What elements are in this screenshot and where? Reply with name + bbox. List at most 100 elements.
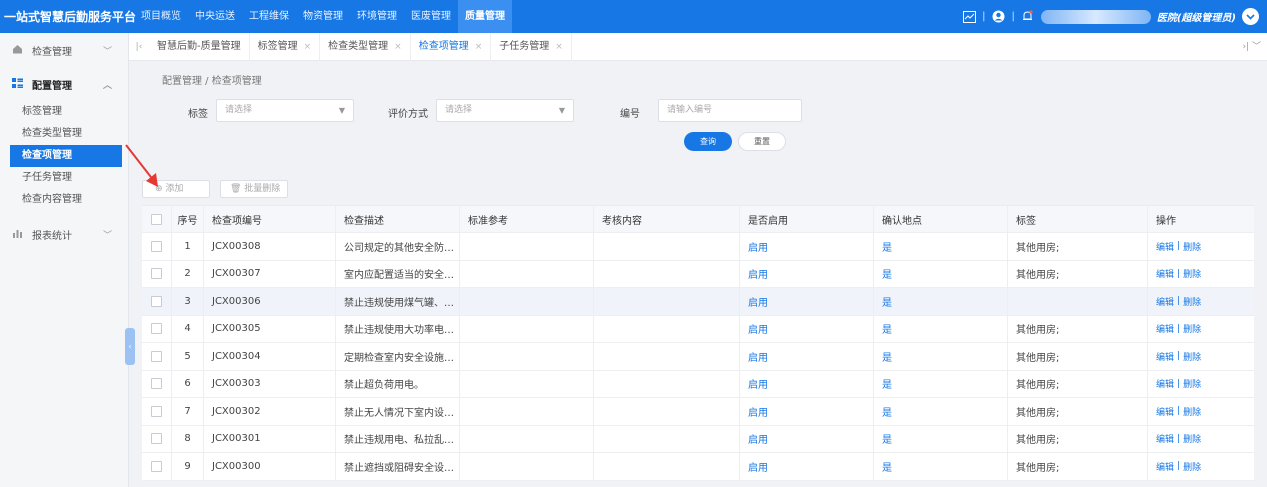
cell-enabled-link[interactable]: 启用: [740, 425, 874, 452]
user-circle-icon[interactable]: [991, 10, 1005, 24]
edit-link[interactable]: 编辑: [1156, 350, 1174, 363]
cell-enabled-link[interactable]: 启用: [740, 398, 874, 425]
checkbox[interactable]: [151, 460, 162, 472]
close-icon[interactable]: ×: [394, 42, 402, 52]
close-icon[interactable]: ×: [304, 42, 312, 52]
sidebar-group-inspection[interactable]: 检查管理 ﹀: [0, 33, 128, 67]
reset-button[interactable]: 重置: [738, 132, 786, 151]
row-checkbox-cell[interactable]: [142, 315, 172, 342]
sidebar-group-reports[interactable]: 报表统计 ﹀: [0, 217, 128, 251]
tab-type-manage[interactable]: 检查类型管理 ×: [320, 32, 411, 61]
close-icon[interactable]: ×: [475, 42, 483, 52]
edit-link[interactable]: 编辑: [1156, 405, 1174, 418]
delete-link[interactable]: 删除: [1183, 432, 1201, 445]
cell-enabled-link[interactable]: 启用: [740, 288, 874, 315]
tab-tag-manage[interactable]: 标签管理 ×: [250, 32, 321, 61]
table-row[interactable]: 7 JCX00302 禁止无人情况下室内设… 启用是其他用房; 编辑 | 删除: [142, 398, 1254, 426]
table-row[interactable]: 8 JCX00301 禁止违规用电、私拉乱… 启用是其他用房; 编辑 | 删除: [142, 425, 1254, 453]
nav-item-materials[interactable]: 物资管理: [296, 0, 350, 33]
cell-enabled-link[interactable]: 启用: [740, 370, 874, 397]
delete-link[interactable]: 删除: [1183, 377, 1201, 390]
cell-location-link[interactable]: 是: [874, 370, 1008, 397]
row-checkbox-cell[interactable]: [142, 260, 172, 287]
tabs-scroll-right[interactable]: ›| ﹀: [1243, 33, 1262, 61]
edit-link[interactable]: 编辑: [1156, 432, 1174, 445]
checkbox[interactable]: [151, 433, 162, 445]
edit-link[interactable]: 编辑: [1156, 240, 1174, 253]
bell-icon[interactable]: [1021, 10, 1035, 24]
cell-location-link[interactable]: 是: [874, 288, 1008, 315]
table-row[interactable]: 4 JCX00305 禁止违规使用大功率电… 启用是其他用房; 编辑 | 删除: [142, 315, 1254, 343]
checkbox[interactable]: [151, 378, 162, 390]
cell-location-link[interactable]: 是: [874, 315, 1008, 342]
select-all-checkbox-cell[interactable]: [142, 206, 172, 232]
edit-link[interactable]: 编辑: [1156, 377, 1174, 390]
delete-link[interactable]: 删除: [1183, 405, 1201, 418]
table-row[interactable]: 1 JCX00308 公司规定的其他安全防… 启用是其他用房; 编辑 | 删除: [142, 233, 1254, 261]
chart-window-icon[interactable]: [962, 10, 976, 24]
row-checkbox-cell[interactable]: [142, 453, 172, 480]
batch-delete-button[interactable]: 🗑 批量删除: [220, 180, 288, 198]
delete-link[interactable]: 删除: [1183, 350, 1201, 363]
row-checkbox-cell[interactable]: [142, 288, 172, 315]
cell-enabled-link[interactable]: 启用: [740, 260, 874, 287]
checkbox[interactable]: [151, 268, 162, 280]
delete-link[interactable]: 删除: [1183, 460, 1201, 473]
row-checkbox-cell[interactable]: [142, 233, 172, 260]
cell-enabled-link[interactable]: 启用: [740, 315, 874, 342]
nav-item-environment[interactable]: 环境管理: [350, 0, 404, 33]
edit-link[interactable]: 编辑: [1156, 322, 1174, 335]
delete-link[interactable]: 删除: [1183, 267, 1201, 280]
delete-link[interactable]: 删除: [1183, 322, 1201, 335]
table-row[interactable]: 9 JCX00300 禁止遮挡或阻碍安全设… 启用是其他用房; 编辑 | 删除: [142, 453, 1254, 481]
table-row[interactable]: 2 JCX00307 室内应配置适当的安全… 启用是其他用房; 编辑 | 删除: [142, 260, 1254, 288]
close-icon[interactable]: ×: [555, 42, 563, 52]
cell-location-link[interactable]: 是: [874, 398, 1008, 425]
eval-select[interactable]: 请选择 ▼: [436, 99, 574, 122]
sidebar-group-config[interactable]: 配置管理 ︿: [0, 67, 128, 101]
edit-link[interactable]: 编辑: [1156, 460, 1174, 473]
nav-item-maintenance[interactable]: 工程维保: [242, 0, 296, 33]
cell-location-link[interactable]: 是: [874, 260, 1008, 287]
table-row[interactable]: 6 JCX00303 禁止超负荷用电。 启用是其他用房; 编辑 | 删除: [142, 370, 1254, 398]
row-checkbox-cell[interactable]: [142, 425, 172, 452]
checkbox[interactable]: [151, 405, 162, 417]
checkbox[interactable]: [151, 350, 162, 362]
sidebar-collapse-handle[interactable]: ‹: [125, 328, 135, 365]
cell-enabled-link[interactable]: 启用: [740, 233, 874, 260]
tab-quality-home[interactable]: 智慧后勤-质量管理: [149, 32, 250, 61]
cell-location-link[interactable]: 是: [874, 343, 1008, 370]
tab-subtask-manage[interactable]: 子任务管理 ×: [491, 32, 572, 61]
delete-link[interactable]: 删除: [1183, 240, 1201, 253]
cell-enabled-link[interactable]: 启用: [740, 343, 874, 370]
sidebar-item-content-manage[interactable]: 检查内容管理: [0, 189, 128, 211]
tabs-scroll-left[interactable]: |‹: [129, 42, 149, 52]
table-row[interactable]: 5 JCX00304 定期检查室内安全设施… 启用是其他用房; 编辑 | 删除: [142, 343, 1254, 371]
cell-location-link[interactable]: 是: [874, 425, 1008, 452]
checkbox[interactable]: [151, 323, 162, 335]
checkbox[interactable]: [151, 240, 162, 252]
checkbox[interactable]: [151, 213, 162, 225]
sidebar-item-inspection-item-manage[interactable]: 检查项管理: [10, 145, 122, 167]
add-button[interactable]: ⊕ 添加: [142, 180, 210, 198]
cell-enabled-link[interactable]: 启用: [740, 453, 874, 480]
cell-location-link[interactable]: 是: [874, 233, 1008, 260]
sidebar-item-tag-manage[interactable]: 标签管理: [0, 101, 128, 123]
tab-inspection-item-manage[interactable]: 检查项管理 ×: [411, 32, 492, 61]
chevron-down-icon[interactable]: [1242, 8, 1259, 25]
row-checkbox-cell[interactable]: [142, 370, 172, 397]
table-row[interactable]: 3 JCX00306 禁止违规使用煤气罐、… 启用是 编辑 | 删除: [142, 288, 1254, 316]
nav-item-overview[interactable]: 项目概览: [134, 0, 188, 33]
sidebar-item-type-manage[interactable]: 检查类型管理: [0, 123, 128, 145]
cell-location-link[interactable]: 是: [874, 453, 1008, 480]
code-input[interactable]: 请输入编号: [658, 99, 802, 122]
nav-item-transport[interactable]: 中央运送: [188, 0, 242, 33]
row-checkbox-cell[interactable]: [142, 343, 172, 370]
nav-item-quality[interactable]: 质量管理: [458, 0, 512, 33]
tag-select[interactable]: 请选择 ▼: [216, 99, 354, 122]
delete-link[interactable]: 删除: [1183, 295, 1201, 308]
nav-item-medical-waste[interactable]: 医废管理: [404, 0, 458, 33]
edit-link[interactable]: 编辑: [1156, 267, 1174, 280]
query-button[interactable]: 查询: [684, 132, 732, 151]
sidebar-item-subtask-manage[interactable]: 子任务管理: [0, 167, 128, 189]
